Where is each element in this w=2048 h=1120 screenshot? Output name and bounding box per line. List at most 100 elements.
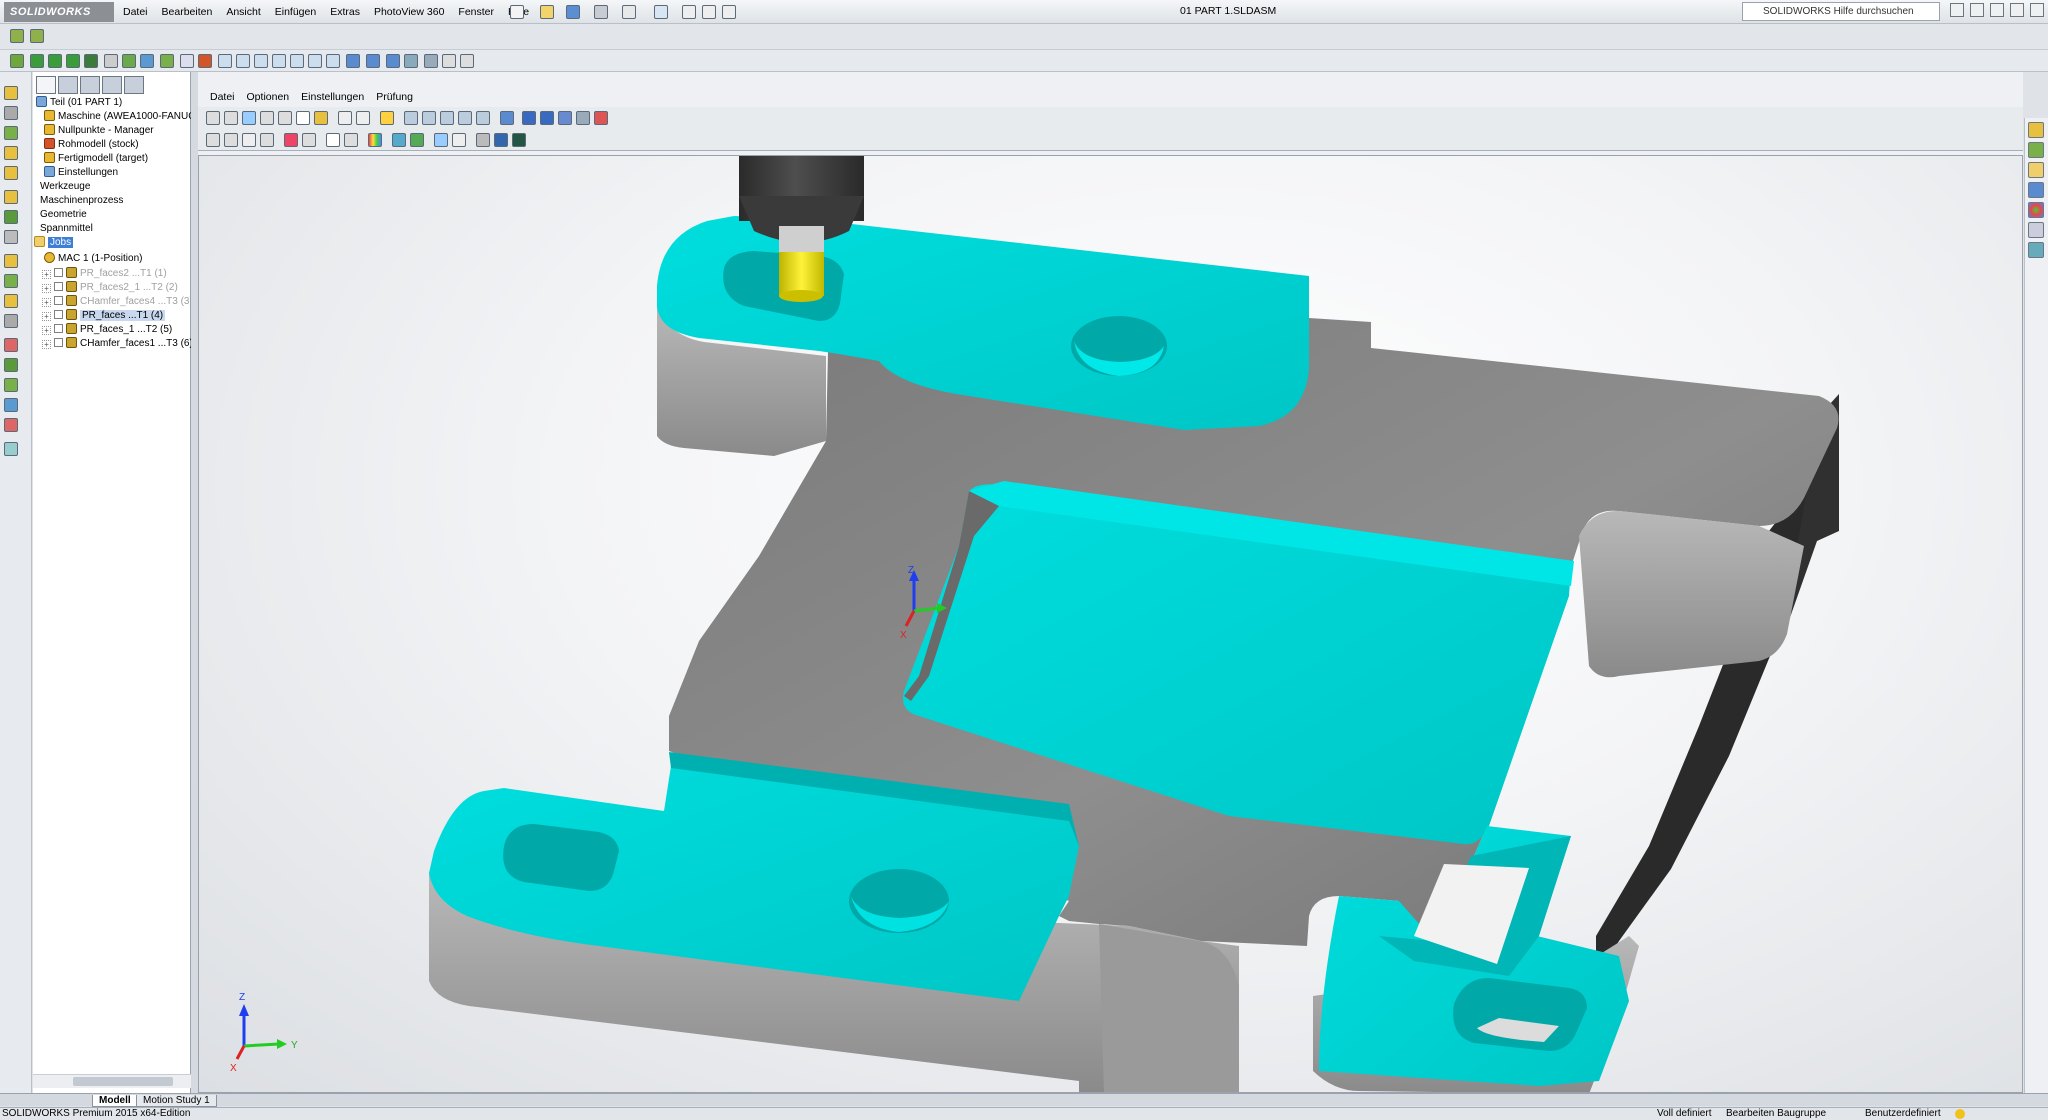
status-units[interactable]: Benutzerdefiniert xyxy=(1865,1108,1941,1120)
generate-icon[interactable] xyxy=(4,378,18,392)
tree-section-geometrie[interactable]: Geometrie xyxy=(40,208,87,221)
expand-icon[interactable]: + xyxy=(42,270,51,279)
machine-view-icon[interactable] xyxy=(224,133,238,147)
view-front-icon[interactable] xyxy=(218,54,232,68)
tool-display-icon[interactable] xyxy=(392,133,406,147)
copy-icon[interactable] xyxy=(338,111,352,125)
tree-root[interactable]: Teil (01 PART 1) xyxy=(36,96,122,109)
home-icon[interactable] xyxy=(2028,122,2044,138)
collision-icon[interactable] xyxy=(4,338,18,352)
postprocess-icon[interactable] xyxy=(180,54,194,68)
menu-bearbeiten[interactable]: Bearbeiten xyxy=(155,4,220,20)
options-icon[interactable] xyxy=(722,5,736,19)
file-explorer-icon[interactable] xyxy=(2028,182,2044,198)
view-bottom-icon[interactable] xyxy=(308,54,322,68)
gouge-check-icon[interactable] xyxy=(494,133,508,147)
rotate-icon[interactable] xyxy=(260,111,274,125)
play-icon[interactable] xyxy=(30,54,44,68)
tool-icon[interactable] xyxy=(104,54,118,68)
tree-job-4[interactable]: + PR_faces ...T1 (4) xyxy=(42,309,166,322)
tree-section-maschinenprozess[interactable]: Maschinenprozess xyxy=(40,194,123,207)
simulate-icon[interactable] xyxy=(4,442,18,456)
tab-modell[interactable]: Modell xyxy=(92,1095,138,1107)
tree-item-mac[interactable]: MAC 1 (1-Position) xyxy=(44,252,142,265)
origin-icon[interactable] xyxy=(4,254,18,268)
transparent-icon[interactable] xyxy=(576,111,590,125)
zoom-fit-icon[interactable] xyxy=(278,111,292,125)
export-icon[interactable] xyxy=(512,133,526,147)
restore-button[interactable] xyxy=(1990,3,2004,17)
resources-icon[interactable] xyxy=(2028,142,2044,158)
tree-item-origins[interactable]: Nullpunkte - Manager xyxy=(44,124,154,137)
minimize-button[interactable] xyxy=(1970,3,1984,17)
grid-icon[interactable] xyxy=(452,133,466,147)
tree-section-werkzeuge[interactable]: Werkzeuge xyxy=(40,180,90,193)
job-checkbox[interactable] xyxy=(54,324,63,333)
help-icon[interactable] xyxy=(1950,3,1964,17)
feature-icon[interactable] xyxy=(4,86,18,100)
simulation-view-icon[interactable] xyxy=(206,133,220,147)
job-checkbox[interactable] xyxy=(54,296,63,305)
tree-job-6[interactable]: + CHamfer_faces1 ...T3 (6) xyxy=(42,337,193,350)
tree-horizontal-scrollbar[interactable] xyxy=(33,1074,191,1088)
job-list-icon[interactable] xyxy=(160,54,174,68)
view-right-icon[interactable] xyxy=(272,54,286,68)
rebuild-icon[interactable] xyxy=(682,5,696,19)
view-iso-icon[interactable] xyxy=(404,111,418,125)
geometry-icon[interactable] xyxy=(4,294,18,308)
scrollbar-thumb[interactable] xyxy=(73,1077,173,1086)
section-icon[interactable] xyxy=(594,111,608,125)
evaluate-icon[interactable] xyxy=(4,126,18,140)
3d-viewport[interactable]: Z X Z Y X xyxy=(198,155,2023,1093)
wireframe-icon[interactable] xyxy=(366,54,380,68)
record-icon[interactable] xyxy=(476,133,490,147)
panel-splitter[interactable] xyxy=(191,72,198,1093)
new-document-icon[interactable] xyxy=(510,5,524,19)
toolpath-list-icon[interactable] xyxy=(4,274,18,288)
forum-icon[interactable] xyxy=(2028,242,2044,258)
measure-icon[interactable] xyxy=(4,314,18,328)
calculate-icon[interactable] xyxy=(84,54,98,68)
paste-icon[interactable] xyxy=(356,111,370,125)
zoom-window-icon[interactable] xyxy=(442,54,456,68)
machine-icon[interactable] xyxy=(4,210,18,224)
tab-cam-manager[interactable] xyxy=(124,76,144,94)
zoom-icon[interactable] xyxy=(206,111,220,125)
menu-einfuegen[interactable]: Einfügen xyxy=(268,4,323,20)
cam-run-icon[interactable] xyxy=(10,54,24,68)
design-library-icon[interactable] xyxy=(2028,162,2044,178)
nc-output-icon[interactable] xyxy=(4,418,18,432)
tree-item-settings[interactable]: Einstellungen xyxy=(44,166,118,179)
pointer-icon[interactable] xyxy=(296,111,310,125)
expand-icon[interactable]: + xyxy=(42,340,51,349)
open-icon[interactable] xyxy=(540,5,554,19)
fixture-icon[interactable] xyxy=(4,230,18,244)
tab-property-manager[interactable] xyxy=(58,76,78,94)
toolpath-icon[interactable] xyxy=(122,54,136,68)
tree-item-machine[interactable]: Maschine (AWEA1000-FANUC) xyxy=(44,110,199,123)
job-icon[interactable] xyxy=(4,358,18,372)
tree-job-1[interactable]: + PR_faces2 ...T1 (1) xyxy=(42,267,167,280)
view-top-icon[interactable] xyxy=(440,111,454,125)
refresh-icon[interactable] xyxy=(326,133,340,147)
tree-job-3[interactable]: + CHamfer_faces4 ...T3 (3) xyxy=(42,295,193,308)
zoom-area-icon[interactable] xyxy=(224,111,238,125)
menu-ansicht[interactable]: Ansicht xyxy=(219,4,267,20)
shaded-edges-icon[interactable] xyxy=(540,111,554,125)
compare-icon[interactable] xyxy=(302,133,316,147)
help-search-input[interactable]: SOLIDWORKS Hilfe durchsuchen xyxy=(1742,2,1940,21)
tree-section-spannmittel[interactable]: Spannmittel xyxy=(40,222,93,235)
pan-icon[interactable] xyxy=(242,111,256,125)
stock-icon[interactable] xyxy=(198,54,212,68)
rebuild-status-icon[interactable] xyxy=(1955,1109,1965,1119)
view-back-icon[interactable] xyxy=(236,54,250,68)
undo-icon[interactable] xyxy=(622,5,636,19)
office-products-icon[interactable] xyxy=(4,166,18,180)
tab-config-manager[interactable] xyxy=(80,76,100,94)
settings-icon[interactable] xyxy=(344,133,358,147)
solidworks-logo[interactable]: SOLIDWORKS xyxy=(4,2,114,22)
tab-display-manager[interactable] xyxy=(102,76,122,94)
file-properties-icon[interactable] xyxy=(702,5,716,19)
job-checkbox[interactable] xyxy=(54,282,63,291)
tree-item-target[interactable]: Fertigmodell (target) xyxy=(44,152,148,165)
